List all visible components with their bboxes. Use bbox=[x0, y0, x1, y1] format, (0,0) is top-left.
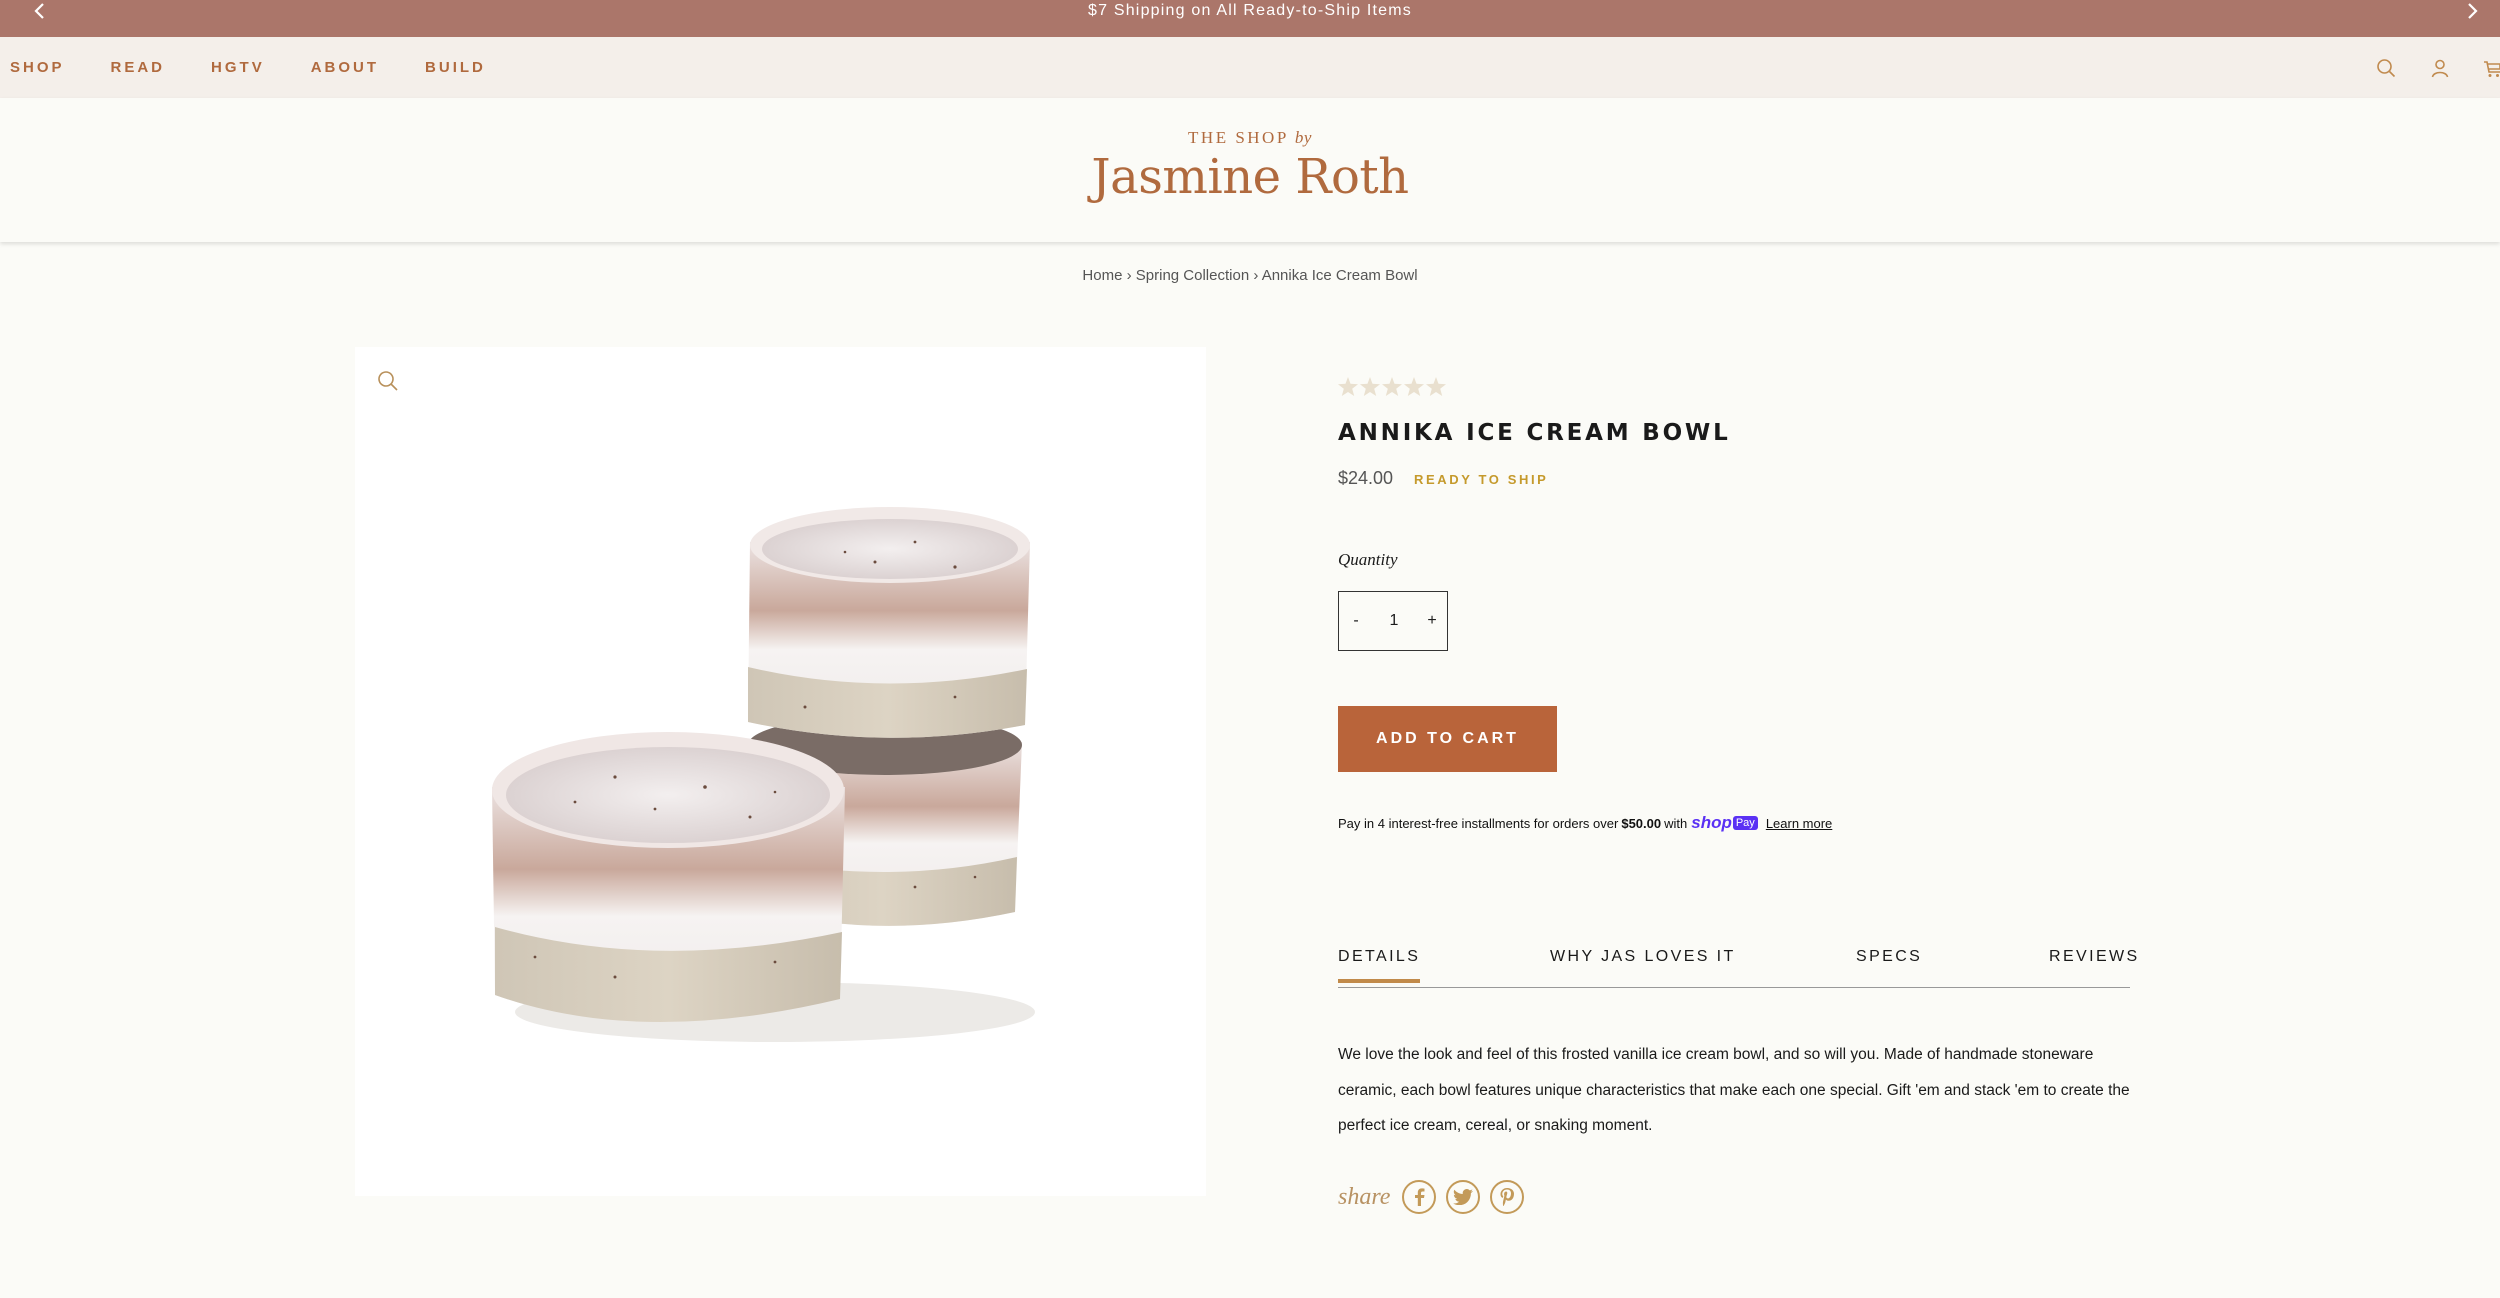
announcement-text: $7 Shipping on All Ready-to-Ship Items bbox=[1088, 2, 1412, 19]
twitter-icon[interactable] bbox=[1446, 1180, 1481, 1214]
add-to-cart-button[interactable]: ADD TO CART bbox=[1338, 706, 1557, 772]
quantity-increase-button[interactable]: + bbox=[1425, 612, 1439, 630]
quantity-input[interactable]: 1 bbox=[1379, 612, 1409, 630]
logo-line1: THE SHOP bbox=[1188, 128, 1289, 147]
shop-pay-with: with bbox=[1664, 815, 1688, 831]
star-icon bbox=[1426, 377, 1446, 396]
announcement-bar: $7 Shipping on All Ready-to-Ship Items bbox=[0, 0, 2500, 37]
breadcrumb-current: Annika Ice Cream Bowl bbox=[1261, 267, 1418, 284]
description-line: perfect ice cream, cereal, or snaking mo… bbox=[1338, 1117, 1653, 1134]
product-image[interactable] bbox=[355, 347, 1206, 1196]
share-bar: share bbox=[1338, 1180, 1534, 1214]
tab-why-jas-loves-it[interactable]: WHY JAS LOVES IT bbox=[1550, 948, 1736, 966]
logo-line2: Jasmine Roth bbox=[1091, 149, 1409, 205]
tab-reviews[interactable]: REVIEWS bbox=[2049, 948, 2140, 966]
pinterest-icon[interactable] bbox=[1490, 1180, 1525, 1214]
shop-pay-installments: Pay in 4 interest-free installments for … bbox=[1338, 813, 1832, 833]
product-title: ANNIKA ICE CREAM BOWL bbox=[1338, 420, 1731, 446]
star-icon bbox=[1382, 377, 1402, 396]
nav-item-hgtv[interactable]: HGTV bbox=[211, 59, 265, 76]
stock-status: READY TO SHIP bbox=[1414, 472, 1549, 487]
site-logo[interactable]: THE SHOP by Jasmine Roth bbox=[0, 128, 2500, 204]
breadcrumb-separator: › bbox=[1122, 267, 1136, 284]
star-icon bbox=[1360, 377, 1380, 396]
breadcrumb-collection[interactable]: Spring Collection bbox=[1136, 267, 1249, 284]
quantity-stepper: - 1 + bbox=[1338, 591, 1448, 651]
search-icon[interactable] bbox=[2376, 58, 2396, 78]
tab-details[interactable]: DETAILS bbox=[1338, 948, 1421, 983]
nav-item-about[interactable]: ABOUT bbox=[311, 59, 379, 76]
star-icon bbox=[1338, 377, 1358, 396]
breadcrumb-separator: › bbox=[1249, 267, 1262, 284]
cart-icon[interactable] bbox=[2484, 58, 2500, 78]
nav-item-build[interactable]: BUILD bbox=[425, 59, 486, 76]
share-label: share bbox=[1338, 1183, 1391, 1210]
main-nav: SHOP READ HGTV ABOUT BUILD bbox=[0, 37, 2500, 98]
tab-specs[interactable]: SPECS bbox=[1856, 948, 1922, 966]
nav-item-read[interactable]: READ bbox=[111, 59, 166, 76]
shop-pay-badge: Pay bbox=[1732, 816, 1758, 830]
description-line: We love the look and feel of this froste… bbox=[1338, 1046, 2094, 1063]
shop-pay-amount: $50.00 bbox=[1621, 815, 1662, 831]
star-icon bbox=[1404, 377, 1424, 396]
facebook-icon[interactable] bbox=[1402, 1180, 1437, 1214]
description-line: ceramic, each bowl features unique chara… bbox=[1338, 1081, 2130, 1099]
rating-stars[interactable] bbox=[1338, 377, 1446, 396]
breadcrumb: Home › Spring Collection › Annika Ice Cr… bbox=[0, 267, 2500, 284]
next-announcement-icon[interactable] bbox=[2452, 0, 2492, 21]
bowls-illustration bbox=[492, 507, 1035, 1042]
zoom-icon[interactable] bbox=[377, 370, 399, 397]
breadcrumb-home[interactable]: Home bbox=[1082, 267, 1122, 284]
shop-pay-text: Pay in 4 interest-free installments for … bbox=[1338, 815, 1619, 831]
shop-pay-logo: shop bbox=[1691, 813, 1732, 832]
product-description: We love the look and feel of this froste… bbox=[1338, 1037, 2138, 1144]
learn-more-link[interactable]: Learn more bbox=[1766, 816, 1832, 831]
account-icon[interactable] bbox=[2430, 58, 2450, 78]
logo-by: by bbox=[1294, 128, 1312, 147]
quantity-decrease-button[interactable]: - bbox=[1349, 612, 1363, 630]
nav-item-shop[interactable]: SHOP bbox=[10, 59, 65, 76]
site-header: THE SHOP by Jasmine Roth bbox=[0, 98, 2500, 242]
quantity-label: Quantity bbox=[1338, 550, 1398, 569]
product-tabs: DETAILS WHY JAS LOVES IT SPECS REVIEWS bbox=[1338, 942, 2137, 988]
product-price: $24.00 bbox=[1338, 468, 1394, 488]
